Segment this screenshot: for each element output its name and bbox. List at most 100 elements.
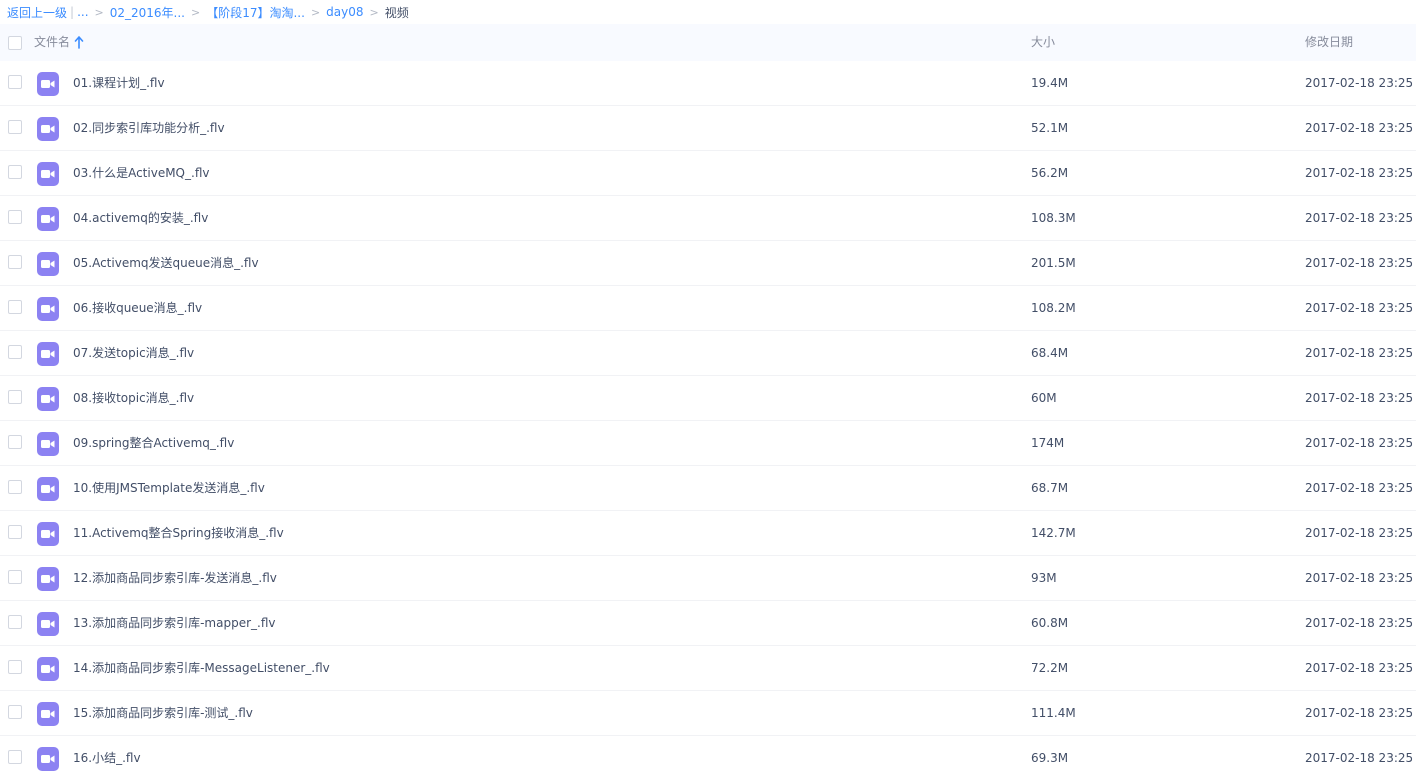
file-name[interactable]: 03.什么是ActiveMQ_.flv xyxy=(73,151,209,195)
row-checkbox[interactable] xyxy=(8,615,22,629)
file-row[interactable]: 16.小结_.flv 69.3M 2017-02-18 23:25 xyxy=(0,736,1416,773)
row-checkbox[interactable] xyxy=(8,390,22,404)
row-checkbox[interactable] xyxy=(8,345,22,359)
file-size: 142.7M xyxy=(1031,526,1076,540)
file-date: 2017-02-18 23:25 xyxy=(1305,526,1414,540)
file-name[interactable]: 01.课程计划_.flv xyxy=(73,61,165,105)
breadcrumb-separator: > xyxy=(94,5,104,19)
file-row[interactable]: 05.Activemq发送queue消息_.flv 201.5M 2017-02-1… xyxy=(0,241,1416,286)
file-row[interactable]: 13.添加商品同步索引库-mapper_.flv 60.8M 2017-02-18 … xyxy=(0,601,1416,646)
file-row[interactable]: 04.activemq的安装_.flv 108.3M 2017-02-18 23:2… xyxy=(0,196,1416,241)
file-row[interactable]: 09.spring整合Activemq_.flv 174M 2017-02-18 2… xyxy=(0,421,1416,466)
video-file-icon xyxy=(37,657,59,681)
file-size: 19.4M xyxy=(1031,76,1069,90)
back-link[interactable]: 返回上一级 xyxy=(7,4,67,21)
breadcrumb-item-stage17[interactable]: 【阶段17】淘淘... xyxy=(206,4,305,21)
file-row[interactable]: 06.接收queue消息_.flv 108.2M 2017-02-18 23:25 xyxy=(0,286,1416,331)
file-name[interactable]: 09.spring整合Activemq_.flv xyxy=(73,421,234,465)
file-row[interactable]: 07.发送topic消息_.flv 68.4M 2017-02-18 23:25 xyxy=(0,331,1416,376)
breadcrumb-separator: > xyxy=(369,5,379,19)
breadcrumb: 返回上一级 | ... > 02_2016年... > 【阶段17】淘淘... … xyxy=(0,0,1416,24)
file-name[interactable]: 08.接收topic消息_.flv xyxy=(73,376,194,420)
column-header-date[interactable]: 修改日期 xyxy=(1305,24,1353,61)
breadcrumb-item-day08[interactable]: day08 xyxy=(326,5,363,19)
video-file-icon xyxy=(37,702,59,726)
row-checkbox[interactable] xyxy=(8,660,22,674)
file-name[interactable]: 14.添加商品同步索引库-MessageListener_.flv xyxy=(73,646,330,690)
video-file-icon xyxy=(37,207,59,231)
file-name[interactable]: 06.接收queue消息_.flv xyxy=(73,286,202,330)
row-checkbox[interactable] xyxy=(8,300,22,314)
file-size: 201.5M xyxy=(1031,256,1076,270)
file-name[interactable]: 15.添加商品同步索引库-测试_.flv xyxy=(73,691,253,735)
row-checkbox[interactable] xyxy=(8,570,22,584)
file-size: 68.4M xyxy=(1031,346,1069,360)
file-size: 174M xyxy=(1031,436,1065,450)
row-checkbox[interactable] xyxy=(8,705,22,719)
file-size: 68.7M xyxy=(1031,481,1069,495)
file-size: 56.2M xyxy=(1031,166,1069,180)
video-file-icon xyxy=(37,387,59,411)
breadcrumb-ellipsis[interactable]: ... xyxy=(77,5,88,19)
sort-ascending-icon[interactable] xyxy=(74,36,84,49)
file-row[interactable]: 14.添加商品同步索引库-MessageListener_.flv 72.2M 20… xyxy=(0,646,1416,691)
row-checkbox[interactable] xyxy=(8,75,22,89)
breadcrumb-divider: | xyxy=(70,5,75,19)
file-row[interactable]: 08.接收topic消息_.flv 60M 2017-02-18 23:25 xyxy=(0,376,1416,421)
file-date: 2017-02-18 23:25 xyxy=(1305,166,1414,180)
file-row[interactable]: 11.Activemq整合Spring接收消息_.flv 142.7M 2017-0… xyxy=(0,511,1416,556)
video-file-icon xyxy=(37,297,59,321)
file-date: 2017-02-18 23:25 xyxy=(1305,706,1414,720)
video-file-icon xyxy=(37,522,59,546)
file-date: 2017-02-18 23:25 xyxy=(1305,481,1414,495)
row-checkbox[interactable] xyxy=(8,255,22,269)
file-date: 2017-02-18 23:25 xyxy=(1305,391,1414,405)
file-row[interactable]: 01.课程计划_.flv 19.4M 2017-02-18 23:25 xyxy=(0,61,1416,106)
file-date: 2017-02-18 23:25 xyxy=(1305,301,1414,315)
file-name[interactable]: 02.同步索引库功能分析_.flv xyxy=(73,106,225,150)
file-size: 72.2M xyxy=(1031,661,1069,675)
file-row[interactable]: 10.使用JMSTemplate发送消息_.flv 68.7M 2017-02-18… xyxy=(0,466,1416,511)
file-row[interactable]: 12.添加商品同步索引库-发送消息_.flv 93M 2017-02-18 23:2… xyxy=(0,556,1416,601)
breadcrumb-current: 视频 xyxy=(384,5,409,20)
video-file-icon xyxy=(37,252,59,276)
file-name[interactable]: 04.activemq的安装_.flv xyxy=(73,196,208,240)
file-size: 108.2M xyxy=(1031,301,1076,315)
file-row[interactable]: 02.同步索引库功能分析_.flv 52.1M 2017-02-18 23:25 xyxy=(0,106,1416,151)
breadcrumb-item-2016[interactable]: 02_2016年... xyxy=(110,4,185,21)
row-checkbox[interactable] xyxy=(8,435,22,449)
file-date: 2017-02-18 23:25 xyxy=(1305,211,1414,225)
row-checkbox[interactable] xyxy=(8,120,22,134)
file-name[interactable]: 10.使用JMSTemplate发送消息_.flv xyxy=(73,466,265,510)
file-name[interactable]: 13.添加商品同步索引库-mapper_.flv xyxy=(73,601,275,645)
video-file-icon xyxy=(37,477,59,501)
file-name[interactable]: 16.小结_.flv xyxy=(73,736,141,773)
file-size: 52.1M xyxy=(1031,121,1069,135)
file-row[interactable]: 15.添加商品同步索引库-测试_.flv 111.4M 2017-02-18 23:… xyxy=(0,691,1416,736)
file-size: 108.3M xyxy=(1031,211,1076,225)
file-name[interactable]: 05.Activemq发送queue消息_.flv xyxy=(73,241,259,285)
video-file-icon xyxy=(37,162,59,186)
file-list-header: 文件名 大小 修改日期 xyxy=(0,24,1416,61)
file-name[interactable]: 12.添加商品同步索引库-发送消息_.flv xyxy=(73,556,277,600)
file-date: 2017-02-18 23:25 xyxy=(1305,571,1414,585)
column-header-size[interactable]: 大小 xyxy=(1031,24,1055,61)
file-size: 60M xyxy=(1031,391,1057,405)
file-date: 2017-02-18 23:25 xyxy=(1305,256,1414,270)
column-header-name[interactable]: 文件名 xyxy=(34,24,70,61)
row-checkbox[interactable] xyxy=(8,210,22,224)
file-size: 69.3M xyxy=(1031,751,1069,765)
row-checkbox[interactable] xyxy=(8,750,22,764)
row-checkbox[interactable] xyxy=(8,480,22,494)
row-checkbox[interactable] xyxy=(8,165,22,179)
file-date: 2017-02-18 23:25 xyxy=(1305,661,1414,675)
video-file-icon xyxy=(37,342,59,366)
file-name[interactable]: 07.发送topic消息_.flv xyxy=(73,331,194,375)
select-all-checkbox[interactable] xyxy=(8,36,22,50)
row-checkbox[interactable] xyxy=(8,525,22,539)
file-name[interactable]: 11.Activemq整合Spring接收消息_.flv xyxy=(73,511,284,555)
file-row[interactable]: 03.什么是ActiveMQ_.flv 56.2M 2017-02-18 23:25 xyxy=(0,151,1416,196)
file-size: 60.8M xyxy=(1031,616,1069,630)
file-size: 111.4M xyxy=(1031,706,1076,720)
file-size: 93M xyxy=(1031,571,1057,585)
